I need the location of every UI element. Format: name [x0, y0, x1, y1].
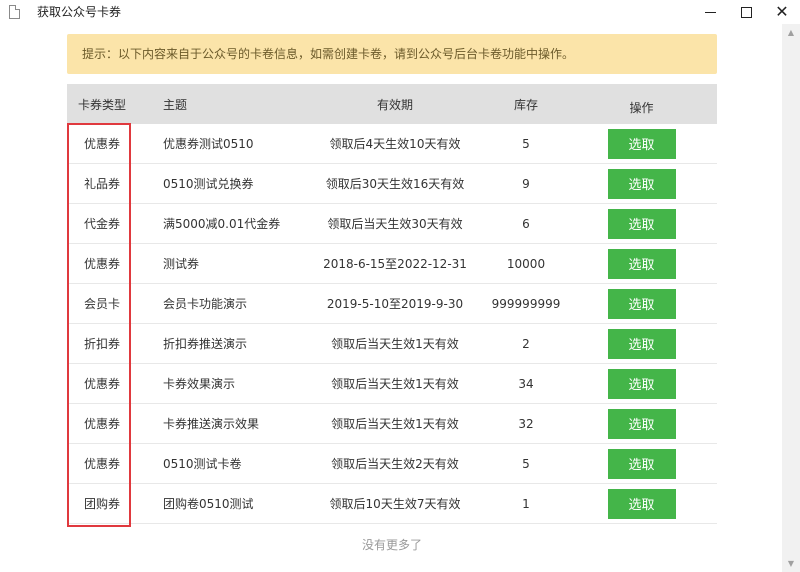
- table-row: 礼品券 0510测试兑换券 领取后30天生效16天有效 9 选取: [67, 164, 717, 204]
- table-row: 代金券 满5000减0.01代金券 领取后当天生效30天有效 6 选取: [67, 204, 717, 244]
- close-button[interactable]: ✕: [764, 0, 800, 24]
- coupon-type: 礼品券: [83, 177, 120, 191]
- table-row: 优惠券 0510测试卡卷 领取后当天生效2天有效 5 选取: [67, 444, 717, 484]
- select-button[interactable]: 选取: [607, 408, 676, 439]
- vertical-scrollbar[interactable]: ▲ ▼: [782, 24, 800, 572]
- coupon-stock: 5: [522, 456, 530, 471]
- coupon-subject: 0510测试兑换券: [163, 177, 254, 191]
- select-button[interactable]: 选取: [607, 208, 676, 239]
- table-row: 团购券 团购卷0510测试 领取后10天生效7天有效 1 选取: [67, 484, 717, 524]
- coupon-type: 团购券: [83, 497, 120, 511]
- coupon-subject: 满5000减0.01代金券: [163, 217, 281, 231]
- table-row: 优惠券 测试券 2018-6-15至2022-12-31 10000 选取: [67, 244, 717, 284]
- coupon-type: 优惠券: [83, 417, 120, 431]
- coupon-validity: 领取后当天生效1天有效: [331, 377, 459, 391]
- table-header: 卡券类型 主题 有效期 库存 操作: [67, 84, 717, 124]
- maximize-icon: [740, 6, 752, 18]
- minimize-icon: [704, 11, 716, 13]
- select-button[interactable]: 选取: [607, 328, 676, 359]
- select-button[interactable]: 选取: [607, 248, 676, 279]
- select-button[interactable]: 选取: [607, 368, 676, 399]
- table-row: 优惠券 优惠券测试0510 领取后4天生效10天有效 5 选取: [67, 124, 717, 164]
- coupon-type: 优惠券: [83, 377, 120, 391]
- coupon-validity: 领取后4天生效10天有效: [329, 137, 461, 151]
- card-coupon-table: 卡券类型 主题 有效期 库存 操作 优惠券 优惠券测试0510 领取后4天生效1…: [67, 84, 717, 524]
- header-stock: 库存: [513, 97, 538, 112]
- table-row: 折扣券 折扣券推送演示 领取后当天生效1天有效 2 选取: [67, 324, 717, 364]
- window-titlebar: 获取公众号卡券 ✕: [0, 0, 800, 24]
- header-validity: 有效期: [376, 97, 413, 112]
- coupon-validity: 2018-6-15至2022-12-31: [323, 257, 467, 271]
- header-action: 操作: [629, 100, 654, 115]
- coupon-validity: 领取后当天生效2天有效: [331, 457, 459, 471]
- coupon-validity: 领取后当天生效1天有效: [331, 417, 459, 431]
- notice-banner: 提示：以下内容来自于公众号的卡卷信息，如需创建卡卷，请到公众号后台卡卷功能中操作…: [67, 34, 717, 74]
- coupon-validity: 2019-5-10至2019-9-30: [326, 297, 464, 311]
- coupon-stock: 1: [522, 496, 530, 511]
- maximize-button[interactable]: [728, 0, 764, 24]
- coupon-validity: 领取后当天生效1天有效: [331, 337, 459, 351]
- minimize-button[interactable]: [692, 0, 728, 24]
- coupon-stock: 2: [522, 336, 530, 351]
- coupon-stock: 9: [522, 176, 530, 191]
- scroll-down-arrow-icon[interactable]: ▼: [782, 555, 800, 572]
- coupon-stock: 34: [518, 376, 534, 391]
- coupon-subject: 卡券效果演示: [163, 377, 236, 391]
- coupon-stock: 32: [518, 416, 534, 431]
- window-title: 获取公众号卡券: [37, 5, 122, 19]
- close-icon: ✕: [775, 2, 789, 21]
- document-icon: [9, 5, 20, 19]
- select-button[interactable]: 选取: [607, 448, 676, 479]
- coupon-subject: 折扣券推送演示: [163, 337, 248, 351]
- coupon-type: 优惠券: [83, 257, 120, 271]
- coupon-type: 优惠券: [83, 137, 120, 151]
- coupon-type: 折扣券: [83, 337, 120, 351]
- table-row: 优惠券 卡券推送演示效果 领取后当天生效1天有效 32 选取: [67, 404, 717, 444]
- no-more-text: 没有更多了: [361, 538, 422, 552]
- coupon-stock: 5: [522, 136, 530, 151]
- header-subject: 主题: [163, 97, 188, 112]
- coupon-type: 会员卡: [83, 297, 120, 311]
- select-button[interactable]: 选取: [607, 168, 676, 199]
- coupon-validity: 领取后当天生效30天有效: [327, 217, 463, 231]
- coupon-stock: 999999999: [491, 296, 561, 311]
- coupon-subject: 0510测试卡卷: [163, 457, 242, 471]
- coupon-subject: 会员卡功能演示: [163, 297, 248, 311]
- coupon-stock: 10000: [506, 256, 546, 271]
- select-button[interactable]: 选取: [607, 128, 676, 159]
- table-row: 会员卡 会员卡功能演示 2019-5-10至2019-9-30 99999999…: [67, 284, 717, 324]
- coupon-type: 代金券: [83, 217, 120, 231]
- coupon-subject: 优惠券测试0510: [163, 137, 254, 151]
- table-row: 优惠券 卡券效果演示 领取后当天生效1天有效 34 选取: [67, 364, 717, 404]
- coupon-subject: 卡券推送演示效果: [163, 417, 260, 431]
- coupon-validity: 领取后10天生效7天有效: [329, 497, 461, 511]
- scroll-up-arrow-icon[interactable]: ▲: [782, 24, 800, 41]
- coupon-subject: 测试券: [163, 257, 200, 271]
- header-type: 卡券类型: [77, 97, 126, 112]
- coupon-validity: 领取后30天生效16天有效: [325, 177, 465, 191]
- select-button[interactable]: 选取: [607, 288, 676, 319]
- select-button[interactable]: 选取: [607, 488, 676, 519]
- coupon-subject: 团购卷0510测试: [163, 497, 254, 511]
- coupon-type: 优惠券: [83, 457, 120, 471]
- coupon-stock: 6: [522, 216, 530, 231]
